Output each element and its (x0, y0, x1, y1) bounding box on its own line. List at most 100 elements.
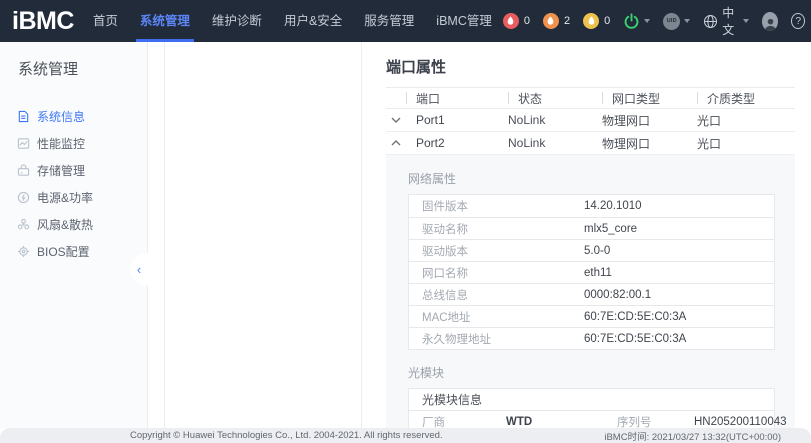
language-label: 中文 (722, 4, 739, 38)
chevron-down-icon (391, 117, 401, 123)
prop-row-permanent-mac: 永久物理地址 60:7E:CD:5E:C0:3A (409, 327, 774, 349)
prop-row-driver-name: 驱动名称 mlx5_core (409, 217, 774, 239)
sidebar-item-bios[interactable]: BIOS配置 (0, 238, 147, 265)
port-status: NoLink (508, 113, 602, 127)
port-name: Port2 (406, 136, 508, 150)
question-mark-icon: ? (795, 16, 801, 27)
prop-row-firmware: 固件版本 14.20.1010 (409, 195, 774, 217)
prop-label: 驱动版本 (409, 243, 584, 259)
footer: Copyright © Huawei Technologies Co., Ltd… (0, 428, 811, 443)
storage-icon (17, 164, 30, 177)
chevron-down-icon (684, 19, 690, 23)
prop-label: 固件版本 (409, 198, 584, 214)
critical-alarm-button[interactable]: 0 (503, 13, 530, 29)
ibmc-time-value: 2021/03/27 13:32(UTC+00:00) (652, 432, 781, 443)
prop-label: 永久物理地址 (409, 331, 584, 347)
language-selector[interactable]: 中文 (703, 4, 749, 38)
vendor-label: 厂商 (409, 414, 506, 428)
column-header-port-type: 网口类型 (602, 90, 697, 107)
serial-label: 序列号 (604, 414, 694, 428)
table-row-port2[interactable]: Port2 NoLink 物理网口 光口 (386, 132, 795, 155)
minor-alarm-button[interactable]: 0 (583, 13, 610, 29)
fan-icon (17, 218, 30, 231)
sidebar-item-label: 电源&功率 (37, 189, 93, 206)
vendor-value: WTD (506, 416, 604, 428)
minor-alarm-count: 0 (604, 15, 610, 27)
sidebar-item-performance[interactable]: 性能监控 (0, 130, 147, 157)
nav-maintenance-diagnostics[interactable]: 维护诊断 (201, 0, 273, 42)
prop-value: 60:7E:CD:5E:C0:3A (584, 311, 774, 323)
sidebar-title: 系统管理 (0, 42, 147, 79)
prop-label: MAC地址 (409, 309, 584, 325)
prop-row-port-name: 网口名称 eth11 (409, 261, 774, 283)
critical-alarm-icon (503, 13, 519, 29)
power-circle-icon (17, 191, 30, 204)
sidebar-item-storage[interactable]: 存储管理 (0, 157, 147, 184)
port-table-header: 端口 状态 网口类型 介质类型 (386, 87, 795, 109)
ibmc-logo[interactable]: iBMC (12, 0, 74, 42)
gear-icon (17, 245, 30, 258)
serial-value: HN205200110043 (694, 416, 787, 428)
minor-alarm-icon (583, 13, 599, 29)
port-name: Port1 (406, 113, 508, 127)
copyright-text: Copyright © Huawei Technologies Co., Ltd… (130, 430, 443, 441)
nav-system-management[interactable]: 系统管理 (129, 0, 201, 42)
chevron-left-icon: ‹ (137, 262, 141, 277)
prop-value: mlx5_core (584, 223, 774, 235)
nav-ibmc-management[interactable]: iBMC管理 (425, 0, 503, 42)
sidebar-item-system-info[interactable]: 系统信息 (0, 103, 147, 130)
user-avatar[interactable] (762, 12, 778, 31)
nav-user-security[interactable]: 用户&安全 (273, 0, 353, 42)
help-button[interactable]: ? (791, 13, 805, 29)
prop-value: 60:7E:CD:5E:C0:3A (584, 333, 774, 345)
optical-module-row: 厂商 WTD 序列号 HN205200110043 (409, 411, 774, 428)
prop-value: eth11 (584, 267, 774, 279)
column-header-media-type: 介质类型 (697, 90, 795, 107)
major-alarm-count: 2 (564, 15, 570, 27)
sidebar-item-power[interactable]: 电源&功率 (0, 184, 147, 211)
uid-control-dropdown[interactable]: UID (663, 13, 690, 30)
optical-module-title: 光模块 (408, 364, 775, 381)
nav-home[interactable]: 首页 (82, 0, 129, 42)
major-alarm-button[interactable]: 2 (543, 13, 570, 29)
port-media: 光口 (697, 112, 795, 129)
prop-row-mac-address: MAC地址 60:7E:CD:5E:C0:3A (409, 305, 774, 327)
prop-label: 总线信息 (409, 287, 584, 303)
port-media: 光口 (697, 135, 795, 152)
sidebar-item-fans[interactable]: 风扇&散热 (0, 211, 147, 238)
globe-icon (703, 14, 718, 29)
document-icon (17, 110, 30, 123)
optical-module-table: 光模块信息 厂商 WTD 序列号 HN205200110043 (408, 388, 775, 428)
sidebar-collapse-button[interactable]: ‹ (130, 253, 148, 285)
sidebar-item-label: BIOS配置 (37, 243, 90, 260)
network-props-title: 网络属性 (408, 170, 775, 187)
uid-icon: UID (663, 13, 680, 30)
critical-alarm-count: 0 (524, 15, 530, 27)
table-row-port1[interactable]: Port1 NoLink 物理网口 光口 (386, 109, 795, 132)
column-header-port: 端口 (406, 90, 508, 107)
prop-row-bus-info: 总线信息 0000:82:00.1 (409, 283, 774, 305)
prop-value: 14.20.1010 (584, 200, 774, 212)
ibmc-screen: iBMC 首页 系统管理 维护诊断 用户&安全 服务管理 iBMC管理 0 2 (0, 0, 811, 443)
chevron-up-icon (391, 140, 401, 146)
power-control-dropdown[interactable] (623, 13, 650, 30)
line-chart-icon (17, 137, 30, 150)
port-type: 物理网口 (602, 135, 697, 152)
major-alarm-icon (543, 13, 559, 29)
sidebar-item-label: 性能监控 (37, 135, 85, 152)
port-properties-panel: 端口属性 端口 状态 网口类型 介质类型 Port1 NoLink 物理网口 光… (370, 42, 811, 428)
sidebar: 系统管理 系统信息 性能监控 存储管理 (0, 42, 148, 428)
page-title: 端口属性 (386, 56, 795, 77)
sidebar-item-label: 系统信息 (37, 108, 85, 125)
power-icon (623, 13, 640, 30)
nav-service-management[interactable]: 服务管理 (353, 0, 425, 42)
column-header-status: 状态 (508, 90, 602, 107)
prop-row-driver-version: 驱动版本 5.0-0 (409, 239, 774, 261)
prop-value: 5.0-0 (584, 245, 774, 257)
prop-value: 0000:82:00.1 (584, 289, 774, 301)
port2-detail-panel: 网络属性 固件版本 14.20.1010 驱动名称 mlx5_core 驱动版本… (386, 155, 795, 428)
prop-label: 网口名称 (409, 265, 584, 281)
sidebar-menu: 系统信息 性能监控 存储管理 电源&功率 (0, 103, 147, 265)
secondary-panel (164, 42, 362, 428)
chevron-down-icon (644, 19, 650, 23)
